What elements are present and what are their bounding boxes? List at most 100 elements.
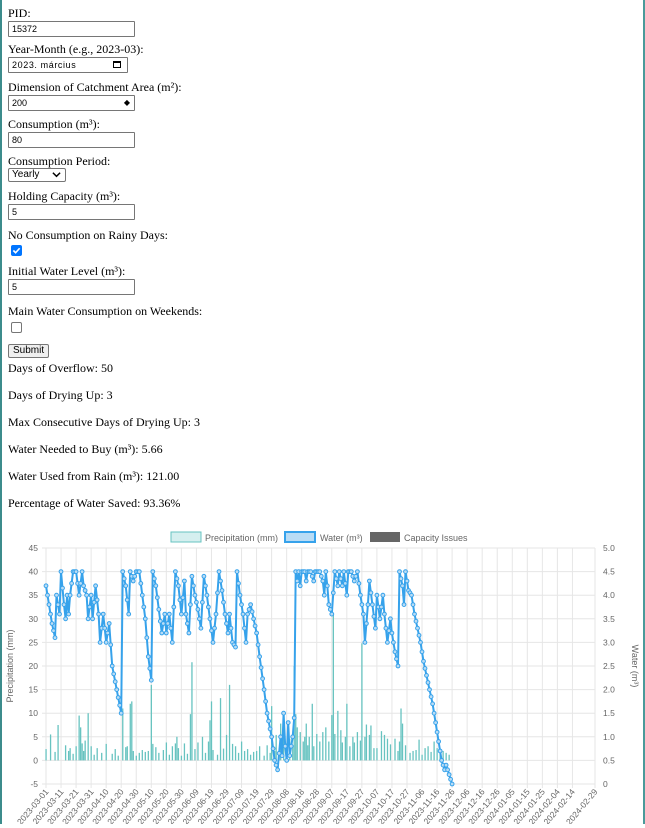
weekend-checkbox[interactable]	[11, 322, 22, 333]
water-point	[174, 576, 180, 582]
rainy-label: No Consumption on Rainy Days:	[8, 228, 169, 242]
precipitation-bar	[150, 684, 152, 761]
water-point	[189, 573, 195, 579]
precipitation-bar	[171, 746, 174, 761]
water-point	[55, 602, 61, 607]
water-point	[324, 583, 330, 589]
y-left-ticks: 45 40 35 30 25 20 15 10 5 0 -5	[29, 543, 39, 789]
water-point	[168, 625, 174, 631]
rainy-checkbox[interactable]	[11, 245, 22, 256]
water-point	[163, 630, 169, 636]
water-point	[242, 625, 247, 631]
water-point	[197, 616, 202, 622]
water-point	[67, 592, 73, 598]
water-point	[111, 671, 117, 677]
precipitation-bar	[57, 725, 59, 761]
water-point	[51, 628, 56, 633]
precipitation-bar	[307, 745, 309, 761]
water-point	[180, 595, 186, 600]
water-point	[185, 621, 190, 626]
water-point	[419, 649, 425, 655]
precipitation-bar	[117, 755, 119, 761]
precipitation-bar	[201, 736, 204, 761]
water-point	[114, 687, 120, 693]
water-point	[213, 611, 219, 617]
water-point	[439, 758, 445, 763]
precipitation-bar	[448, 754, 450, 761]
precipitation-bar	[436, 748, 438, 761]
y-right-tick-label: 1.0	[603, 732, 615, 742]
precipitation-bar	[319, 741, 321, 761]
y-right-tick-label: 1.5	[603, 708, 615, 718]
water-point	[179, 611, 184, 617]
precipitation-bar	[225, 734, 228, 761]
water-point	[270, 746, 276, 752]
water-point	[344, 592, 350, 598]
period-select[interactable]: Yearly	[8, 168, 66, 182]
water-point	[389, 630, 395, 636]
water-point	[448, 776, 454, 782]
calendar-icon[interactable]	[113, 61, 121, 68]
precipitation-bar	[114, 749, 116, 761]
precipitation-bar	[380, 731, 383, 761]
chevron-down-icon	[52, 172, 61, 178]
yearmonth-input[interactable]: 2023. március	[8, 57, 128, 73]
precipitation-bar	[409, 752, 411, 761]
water-point	[252, 623, 258, 629]
x-axis-ticks: 2023-03-012023-03-112023-03-212023-03-31…	[15, 787, 600, 827]
precipitation-bar	[237, 752, 240, 761]
pid-input[interactable]: 15372	[8, 21, 135, 37]
water-point	[401, 602, 407, 607]
precipitation-bar	[334, 733, 336, 761]
water-point	[361, 611, 366, 617]
submit-button[interactable]: Submit	[8, 344, 50, 358]
water-point	[153, 583, 159, 589]
precipitation-bar	[158, 752, 160, 761]
catchment-input[interactable]: 200 ◆	[8, 95, 135, 111]
water-point	[311, 578, 317, 584]
precipitation-bar	[72, 753, 74, 761]
precipitation-bar	[216, 754, 219, 761]
water-point	[430, 701, 436, 707]
water-point	[261, 687, 267, 693]
y-right-tick-label: 3.0	[603, 637, 615, 647]
precipitation-bar	[228, 684, 231, 761]
water-point	[425, 680, 431, 685]
spinner-icon[interactable]: ◆	[124, 97, 130, 109]
water-point	[100, 611, 106, 617]
water-point	[353, 573, 359, 579]
initial-input[interactable]: 5	[8, 279, 135, 295]
precipitation-bar	[49, 734, 52, 761]
water-point	[139, 592, 145, 598]
water-point	[124, 597, 130, 603]
water-point	[97, 640, 103, 645]
water-point	[194, 599, 199, 605]
water-point	[266, 718, 272, 724]
y-left-tick-label: 35	[29, 590, 39, 600]
water-point	[203, 583, 208, 589]
water-point	[288, 743, 294, 749]
water-point	[191, 583, 196, 589]
water-point	[412, 611, 417, 617]
precipitation-bar	[332, 614, 334, 761]
water-point	[57, 611, 62, 617]
precipitation-bar	[90, 746, 92, 761]
water-point	[437, 748, 443, 754]
holding-input[interactable]: 5	[8, 204, 135, 220]
water-point	[54, 592, 59, 598]
weekend-label: Main Water Consumption on Weekends:	[8, 304, 203, 318]
precipitation-bar	[135, 755, 137, 761]
water-point	[446, 772, 452, 778]
precipitation-bar	[359, 740, 362, 761]
water-point	[94, 597, 100, 603]
y-right-tick-label: 0	[603, 779, 608, 789]
consumption-input[interactable]: 80	[8, 132, 135, 148]
precipitation-bar	[311, 703, 313, 761]
water-point	[255, 642, 261, 648]
precipitation-bar	[340, 730, 342, 761]
water-point	[186, 630, 192, 636]
precipitation-bar	[189, 714, 192, 761]
water-point	[96, 611, 101, 617]
water-point	[154, 595, 160, 600]
water-point	[355, 569, 360, 574]
